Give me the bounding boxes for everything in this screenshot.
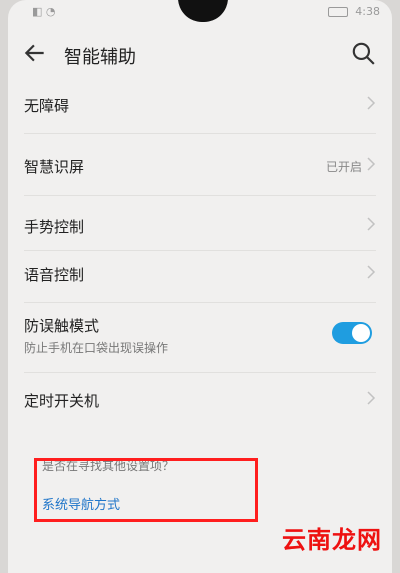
menu-item-accessibility[interactable]: 无障碍: [8, 92, 392, 120]
divider: [24, 372, 376, 373]
page-title: 智能辅助: [64, 47, 136, 68]
menu-item-subtitle: 防止手机在口袋出现误操作: [24, 341, 169, 355]
chevron-right-icon: [367, 265, 376, 279]
watermark: 云南龙网: [282, 526, 382, 554]
menu-item-label: 语音控制: [24, 266, 85, 284]
back-arrow-icon[interactable]: [22, 40, 48, 66]
menu-item-voice-control[interactable]: 语音控制: [8, 261, 392, 289]
menu-item-label: 定时开关机: [24, 392, 100, 410]
search-icon[interactable]: [350, 40, 376, 66]
app-bar: 智能辅助: [8, 32, 392, 76]
settings-screen: ◧ ◔ 4:38 智能辅助 无障碍 智慧识屏 已开启 手势控制 语音控制 防误触…: [8, 0, 392, 573]
camera-notch: [178, 0, 228, 22]
divider: [24, 195, 376, 196]
status-bar: ◧ ◔ 4:38: [8, 0, 392, 26]
accidental-touch-toggle[interactable]: [332, 322, 372, 344]
menu-item-gesture-control[interactable]: 手势控制: [8, 213, 392, 241]
menu-item-label: 防误触模式: [24, 317, 100, 335]
chevron-right-icon: [367, 391, 376, 405]
menu-item-smart-screen-recognition[interactable]: 智慧识屏 已开启: [8, 153, 392, 181]
chevron-right-icon: [367, 157, 376, 171]
divider: [24, 133, 376, 134]
menu-item-value: 已开启: [325, 160, 362, 174]
chevron-right-icon: [367, 96, 376, 110]
toggle-knob: [352, 324, 370, 342]
menu-item-label: 无障碍: [24, 97, 70, 115]
status-time: 4:38: [355, 5, 380, 18]
status-icons: ◧ ◔: [32, 5, 56, 18]
battery-icon: [327, 7, 348, 17]
status-right: 4:38: [327, 5, 380, 18]
menu-item-scheduled-power[interactable]: 定时开关机: [8, 387, 392, 415]
menu-item-label: 智慧识屏: [24, 158, 85, 176]
divider: [24, 250, 376, 251]
divider: [24, 302, 376, 303]
menu-item-label: 手势控制: [24, 218, 85, 236]
highlight-box: [34, 458, 258, 522]
chevron-right-icon: [367, 217, 376, 231]
menu-item-accidental-touch-mode[interactable]: 防误触模式 防止手机在口袋出现误操作: [8, 313, 392, 359]
